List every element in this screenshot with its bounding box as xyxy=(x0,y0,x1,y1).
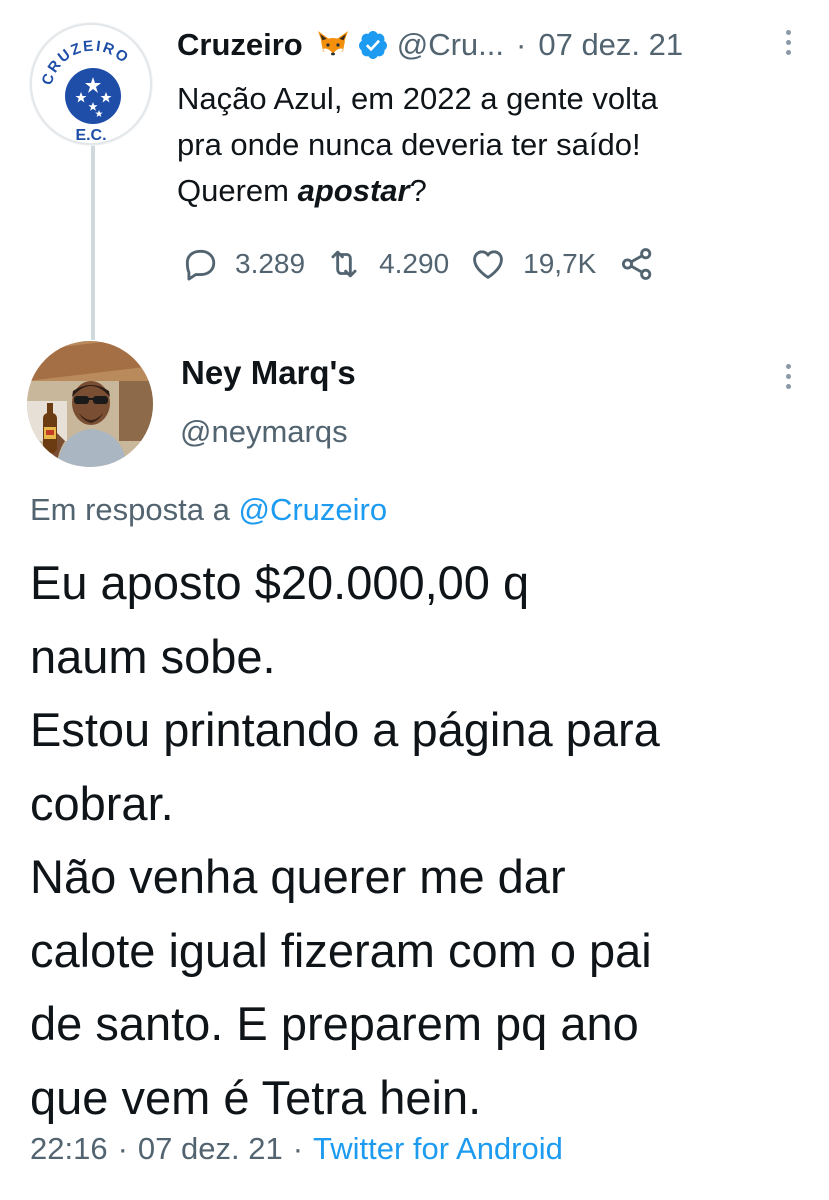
tweet-time[interactable]: 22:16 xyxy=(30,1131,108,1167)
tweet-text-line: Não venha querer me dar xyxy=(30,850,566,903)
author-handle[interactable]: @neymarqs xyxy=(180,414,348,450)
parent-handle[interactable]: @Cru... xyxy=(397,27,504,63)
reply-button[interactable]: 3.289 xyxy=(181,245,305,283)
tweet-metadata: 22:16 · 07 dez. 21 · Twitter for Android xyxy=(30,1131,563,1167)
tweet-text: Eu aposto $20.000,00 q naum sobe. Estou … xyxy=(30,546,810,1134)
neymarqs-avatar[interactable] xyxy=(27,341,153,467)
parent-tweet-text: Nação Azul, em 2022 a gente volta pra on… xyxy=(177,76,797,214)
meta-separator: · xyxy=(117,1131,128,1166)
parent-text-line: pra onde nunca deveria ter saído! xyxy=(177,127,641,162)
author-display-name[interactable]: Ney Marq's xyxy=(181,354,356,392)
reply-prefix: Em resposta a xyxy=(30,492,230,527)
parent-text-line: Nação Azul, em 2022 a gente volta xyxy=(177,81,658,116)
crest-bottom-text: E.C. xyxy=(75,127,106,144)
reply-count: 3.289 xyxy=(235,248,306,279)
more-options-icon[interactable] xyxy=(782,26,794,62)
parent-text-emphasis: apostar xyxy=(297,173,410,208)
tweet-text-line: que vem é Tetra hein. xyxy=(30,1070,482,1124)
parent-text-before: Querem xyxy=(177,173,298,208)
tweet-text-line: cobrar. xyxy=(30,776,174,830)
parent-display-name[interactable]: Cruzeiro xyxy=(177,27,303,63)
header-separator: · xyxy=(516,27,527,62)
tweet-text-line: naum sobe. xyxy=(30,629,276,683)
fox-emoji-icon xyxy=(315,27,351,63)
tweet-text-line: de santo. E preparem pq ano xyxy=(30,997,639,1050)
share-button[interactable] xyxy=(618,245,656,283)
cruzeiro-crest-icon: CRUZEIRO E.C. xyxy=(29,22,153,146)
cruzeiro-avatar[interactable]: CRUZEIRO E.C. xyxy=(29,22,153,146)
tweet-text-line: calote igual fizeram com o pai xyxy=(30,923,652,977)
tweet-date[interactable]: 07 dez. 21 xyxy=(138,1131,283,1167)
like-count: 19,7K xyxy=(523,248,597,279)
parent-tweet: CRUZEIRO E.C. Cruzeiro @Cru... · 07 dez.… xyxy=(0,0,829,340)
parent-text-line-last: Querem apostar? xyxy=(177,168,797,214)
share-icon xyxy=(622,248,652,280)
tweet-source-link[interactable]: Twitter for Android xyxy=(313,1131,563,1167)
parent-date[interactable]: 07 dez. 21 xyxy=(538,27,683,63)
retweet-icon xyxy=(331,250,357,278)
parent-action-bar: 3.289 4.290 19,7K xyxy=(181,244,656,284)
profile-photo xyxy=(27,341,153,467)
reply-target-link[interactable]: @Cruzeiro xyxy=(239,492,388,527)
retweet-count: 4.290 xyxy=(379,248,450,279)
reply-context: Em resposta a @Cruzeiro xyxy=(30,492,387,528)
tweet-text-line: Eu aposto $20.000,00 q xyxy=(30,556,530,609)
parent-tweet-header: Cruzeiro @Cru... · 07 dez. 21 xyxy=(177,22,777,68)
tweet-text-line: Estou printando a página para xyxy=(30,703,660,756)
reply-icon xyxy=(185,249,216,281)
more-options-icon[interactable] xyxy=(782,360,794,396)
meta-separator: · xyxy=(292,1131,304,1166)
retweet-button[interactable]: 4.290 xyxy=(325,245,449,283)
parent-text-after: ? xyxy=(409,173,427,208)
verified-badge-icon xyxy=(357,29,389,61)
like-button[interactable]: 19,7K xyxy=(469,245,596,283)
thread-line xyxy=(91,145,95,340)
heart-icon xyxy=(473,250,504,279)
